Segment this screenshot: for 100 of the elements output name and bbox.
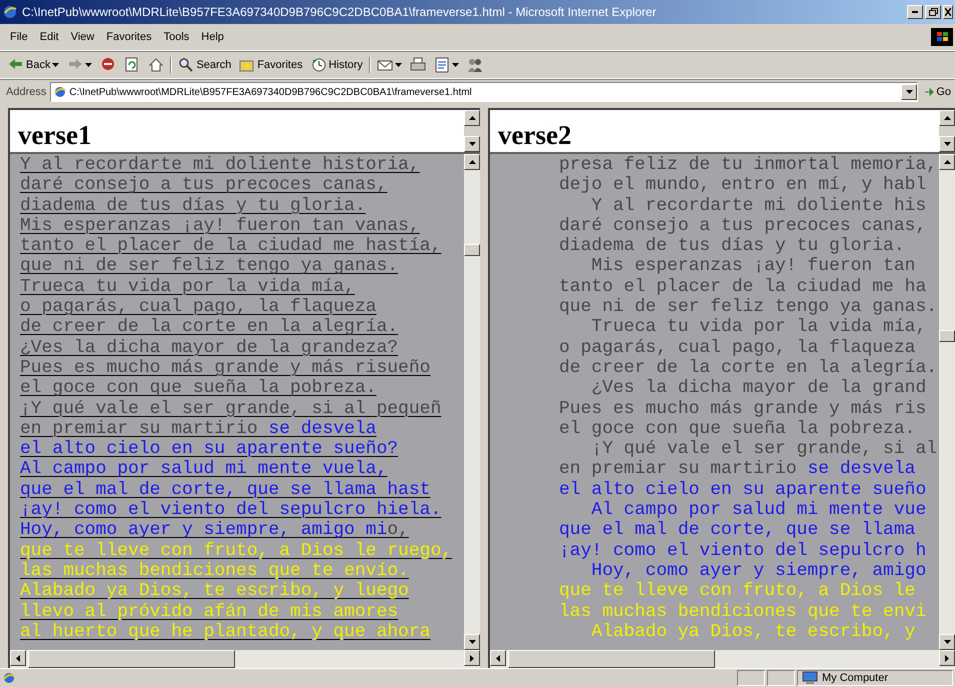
- verse-line: Pues es mucho más grande y más ris: [559, 398, 926, 419]
- down-arrow-icon: [944, 640, 950, 644]
- vertical-scrollbar[interactable]: [464, 154, 480, 650]
- left-arrow-icon: [496, 654, 500, 662]
- verse-line: ¡Y qué vale el ser grande, si al: [591, 439, 938, 460]
- stop-icon: [100, 57, 116, 73]
- scroll-down-button[interactable]: [464, 136, 480, 152]
- vertical-scrollbar[interactable]: [939, 110, 955, 152]
- scroll-left-button[interactable]: [10, 650, 26, 666]
- verse-line: Alabado ya Dios, te escribo, y: [591, 622, 916, 642]
- verse-line: el goce con que sueña la pobreza.: [20, 378, 376, 399]
- scroll-down-button[interactable]: [939, 136, 955, 152]
- zone-label: My Computer: [822, 672, 888, 684]
- verse-line: Trueca tu vida por la vida mía,: [591, 317, 926, 338]
- right-arrow-icon: [470, 654, 474, 662]
- scroll-up-button[interactable]: [464, 110, 480, 126]
- scroll-down-button[interactable]: [464, 634, 480, 650]
- verse-line: que el mal de corte, que se llama: [559, 520, 916, 541]
- go-button[interactable]: Go: [922, 86, 953, 98]
- verse-line: ¡ay! como el viento del sepulcro hiela.: [20, 500, 442, 520]
- scroll-thumb[interactable]: [939, 330, 955, 342]
- back-button[interactable]: Back: [6, 55, 62, 75]
- verse-line: tanto el placer de la ciudad me ha: [559, 276, 926, 298]
- vertical-scrollbar[interactable]: [939, 154, 955, 650]
- verse-line: ¡ay! como el viento del sepulcro h: [559, 540, 926, 561]
- status-pane: [737, 670, 765, 686]
- verse-line: Pues es mucho más grande y más risueño: [20, 358, 430, 378]
- menu-item[interactable]: Tools: [164, 31, 190, 43]
- restore-button[interactable]: [925, 5, 941, 19]
- browser-icon: [2, 4, 18, 20]
- address-label: Address: [6, 86, 46, 98]
- verse-line: Alabado ya Dios, te escribo, y luego: [20, 581, 409, 602]
- vertical-scrollbar[interactable]: [464, 110, 480, 152]
- frame-heading: verse2: [497, 119, 572, 152]
- close-button[interactable]: [943, 5, 953, 19]
- verse-line: presa feliz de tu inmortal memoria,: [559, 155, 938, 176]
- caret-icon: [906, 90, 913, 94]
- document-icon: [434, 57, 450, 73]
- verse-line: Trueca tu vida por la vida mía,: [20, 276, 355, 298]
- up-arrow-icon: [944, 160, 950, 164]
- left-arrow-icon: [16, 654, 20, 662]
- verse-line: daré consejo a tus precoces canas,: [559, 216, 926, 236]
- refresh-icon: [124, 57, 140, 73]
- verse-line: ¿Ves la dicha mayor de la grandeza?: [20, 338, 398, 358]
- address-field[interactable]: C:\InetPub\wwwroot\MDRLite\B957FE3A697340D9B796C9C2DBC0BA1\frameverse1.html: [50, 82, 918, 102]
- arrow-icon: [924, 87, 934, 97]
- horizontal-scrollbar[interactable]: [490, 650, 955, 668]
- favorites-button[interactable]: Favorites: [237, 55, 305, 75]
- scroll-thumb[interactable]: [28, 650, 235, 668]
- scroll-thumb[interactable]: [508, 650, 715, 668]
- caret-icon: [85, 63, 92, 67]
- scroll-right-button[interactable]: [939, 650, 955, 666]
- verse-line: diadema de tus días y tu gloria.: [20, 196, 366, 216]
- verse-line: tanto el placer de la ciudad me hastía,: [20, 236, 442, 256]
- dropdown-button[interactable]: [901, 84, 918, 100]
- verse-line: Al campo por salud mi mente vuela,: [20, 459, 388, 480]
- menu-item[interactable]: Favorites: [106, 31, 152, 43]
- menu-item[interactable]: Help: [201, 31, 224, 43]
- verse-line: el alto cielo en su aparente sueño?: [20, 439, 398, 460]
- verse-line: que te lleve con fruto, a Dios le: [559, 581, 916, 602]
- verse-line: ¡Y qué vale el ser grande, si al pequeñ: [20, 398, 442, 419]
- scroll-thumb[interactable]: [464, 244, 480, 256]
- menu-item[interactable]: View: [70, 31, 94, 43]
- verse-line: en premiar su martirio se desvela: [559, 459, 916, 480]
- verse-line: Mis esperanzas ¡ay! fueron tan: [591, 256, 916, 277]
- down-arrow-icon: [944, 142, 950, 146]
- verse-line: Al campo por salud mi mente vue: [591, 500, 926, 520]
- minimize-button[interactable]: [907, 5, 923, 19]
- verse-line: Y al recordarte mi doliente his: [591, 196, 926, 216]
- frame-heading: verse1: [17, 119, 92, 152]
- up-arrow-icon: [944, 116, 950, 120]
- scroll-up-button[interactable]: [939, 154, 955, 170]
- search-button[interactable]: Search: [176, 55, 234, 75]
- menu-item[interactable]: Edit: [40, 31, 59, 43]
- status-pane: [767, 670, 795, 686]
- caret-icon: [394, 63, 402, 67]
- scroll-down-button[interactable]: [939, 634, 955, 650]
- scroll-up-button[interactable]: [939, 110, 955, 126]
- windows-logo-icon: [931, 28, 953, 46]
- verse-line: que ni de ser feliz tengo ya ganas.: [20, 256, 398, 277]
- scroll-right-button[interactable]: [464, 650, 480, 666]
- down-arrow-icon: [468, 142, 476, 146]
- window-title: C:\InetPub\wwwroot\MDRLite\B957FE3A697340D9B796C9C2DBC0BA1\frameverse1.html - Microsoft Internet Explorer: [22, 5, 658, 19]
- scroll-left-button[interactable]: [490, 650, 506, 666]
- verse-line: ¿Ves la dicha mayor de la grand: [591, 378, 926, 399]
- home-icon: [148, 57, 164, 73]
- people-icon: [466, 57, 483, 73]
- verse-line: Hoy, como ayer y siempre, amigo mio,: [20, 520, 409, 541]
- verse-line: que te lleve con fruto, a Dios le ruego,: [20, 540, 452, 561]
- verse-line: o pagarás, cual pago, la flaqueza: [559, 338, 916, 358]
- horizontal-scrollbar[interactable]: [10, 650, 480, 668]
- menu-item[interactable]: File: [10, 31, 28, 43]
- scroll-up-button[interactable]: [464, 154, 480, 170]
- verse-line: o pagarás, cual pago, la flaqueza: [20, 297, 376, 318]
- verse-line: el alto cielo en su aparente sueño: [559, 480, 926, 500]
- verse-line: diadema de tus días y tu gloria.: [559, 236, 905, 256]
- down-arrow-icon: [468, 640, 476, 644]
- verse-line: dejo el mundo, entro en mí, y habl: [559, 175, 926, 196]
- close-icon: [945, 8, 951, 16]
- history-button[interactable]: History: [308, 55, 365, 75]
